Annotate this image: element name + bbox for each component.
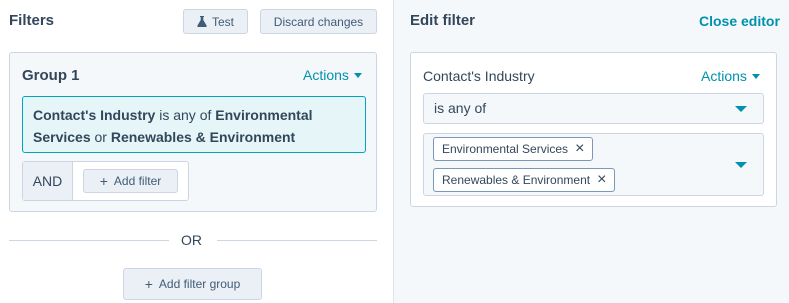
values-multiselect[interactable]: Environmental Services × Renewables & En… (423, 133, 764, 196)
edit-filter-panel: Edit filter Close editor Contact's Indus… (394, 0, 789, 303)
condition-value-1: Environmental (215, 107, 313, 123)
filter-group-card: Group 1 Actions Contact's Industry is an… (9, 52, 377, 212)
and-filter-row: AND + Add filter (22, 161, 189, 201)
filter-property-label: Contact's Industry (423, 68, 535, 84)
operator-value: is any of (434, 100, 487, 116)
chevron-down-icon (353, 72, 362, 78)
condition-property: Contact's Industry (33, 107, 156, 123)
value-tag-label: Environmental Services (442, 142, 569, 156)
remove-tag-icon[interactable]: × (575, 141, 584, 157)
filters-panel: Filters Test Discard changes Group 1 Act… (0, 0, 393, 303)
dropdown-caret-icon (735, 106, 747, 112)
add-filter-label: Add filter (113, 174, 162, 188)
group-actions-label: Actions (303, 67, 349, 83)
add-filter-button[interactable]: + Add filter (83, 169, 178, 193)
discard-changes-label: Discard changes (273, 14, 364, 29)
edit-actions-dropdown[interactable]: Actions (701, 68, 760, 84)
condition-conjunction: or (94, 129, 107, 145)
condition-operator: is any of (159, 107, 212, 123)
remove-tag-icon[interactable]: × (597, 172, 606, 188)
value-tag: Renewables & Environment × (433, 168, 616, 192)
test-button-label: Test (211, 14, 234, 29)
group-actions-dropdown[interactable]: Actions (303, 67, 362, 83)
add-filter-group-button[interactable]: + Add filter group (123, 268, 262, 300)
value-tag: Environmental Services × (433, 137, 594, 161)
edit-filter-title: Edit filter (410, 12, 476, 29)
or-divider-left (9, 240, 169, 241)
group-title: Group 1 (22, 67, 80, 84)
close-editor-link[interactable]: Close editor (699, 13, 780, 29)
or-separator-label: OR (181, 232, 202, 248)
condition-value-2: Renewables & Environment (110, 129, 296, 145)
test-button[interactable]: Test (183, 9, 248, 34)
filter-condition[interactable]: Contact's Industry is any of Environment… (22, 96, 366, 153)
flask-icon (197, 16, 207, 27)
value-tag-label: Renewables & Environment (442, 173, 591, 187)
or-divider-right (217, 240, 377, 241)
add-filter-group-label: Add filter group (158, 277, 241, 291)
discard-changes-button[interactable]: Discard changes (260, 9, 377, 34)
filters-title: Filters (9, 12, 55, 29)
and-label: AND (23, 162, 73, 200)
edit-filter-card: Contact's Industry Actions is any of Env… (410, 52, 777, 207)
plus-icon: + (144, 276, 153, 292)
dropdown-caret-icon (735, 162, 747, 168)
operator-select[interactable]: is any of (423, 93, 764, 124)
condition-value-1-cont: Services (33, 129, 91, 145)
chevron-down-icon (751, 73, 760, 79)
plus-icon: + (99, 173, 108, 189)
edit-actions-label: Actions (701, 68, 747, 84)
